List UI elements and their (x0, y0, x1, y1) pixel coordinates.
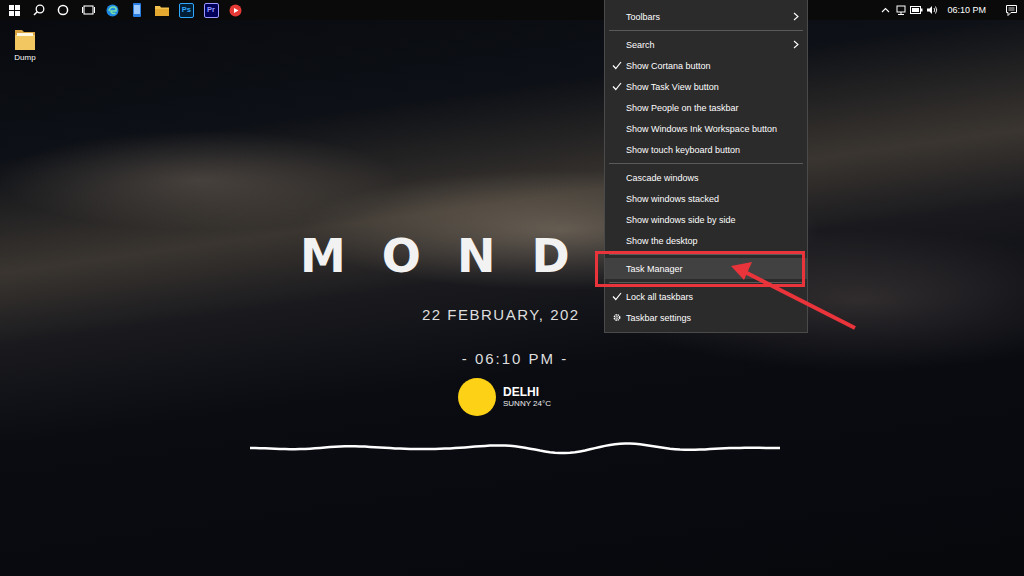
search-button[interactable] (27, 0, 52, 20)
menu-item[interactable]: Toolbars (605, 6, 807, 27)
menu-item-label[interactable]: Show Windows Ink Workspace button (626, 124, 777, 134)
checkmark-icon (612, 61, 622, 70)
menu-item-label[interactable]: Cascade windows (626, 173, 699, 183)
taskbar-apps: Ps Pr (0, 0, 248, 20)
start-button[interactable] (2, 0, 27, 20)
network-icon[interactable] (895, 5, 907, 15)
volume-button[interactable] (924, 0, 940, 20)
menu-item[interactable]: Taskbar settings (605, 307, 807, 328)
cortana-icon[interactable] (57, 4, 69, 16)
menu-item-label[interactable]: Show touch keyboard button (626, 145, 740, 155)
menu-item-label[interactable]: Show windows stacked (626, 194, 719, 204)
menu-item[interactable]: Show the desktop (605, 230, 807, 251)
menu-separator (605, 160, 807, 167)
menu-item-label[interactable]: Show the desktop (626, 236, 698, 246)
menu-item-label[interactable]: Show Cortana button (626, 61, 711, 71)
clock[interactable]: 06:10 PM (939, 5, 998, 15)
notification-button[interactable] (998, 0, 1024, 20)
weather-city: DELHI (503, 385, 551, 399)
menu-separator (605, 27, 807, 34)
file-explorer-icon[interactable] (155, 4, 169, 16)
annotation-arrow-icon (0, 0, 1024, 576)
volume-icon[interactable] (926, 5, 938, 15)
premiere-icon[interactable]: Pr (204, 3, 219, 18)
menu-item-label[interactable]: Lock all taskbars (626, 292, 693, 302)
task-view-button[interactable] (76, 0, 101, 20)
media-player-button[interactable] (223, 0, 248, 20)
file-explorer-button[interactable] (150, 0, 175, 20)
cortana-button[interactable] (51, 0, 76, 20)
system-tray: 06:10 PM (877, 0, 1024, 20)
battery-icon[interactable] (910, 6, 923, 14)
menu-item[interactable]: Show People on the taskbar (605, 97, 807, 118)
gear-icon (612, 313, 622, 322)
sun-icon (458, 378, 496, 416)
menu-separator (605, 279, 807, 286)
checkmark-icon (612, 82, 622, 91)
weather: DELHISUNNY 24°C (458, 378, 780, 416)
menu-item[interactable]: Lock all taskbars (605, 286, 807, 307)
menu-item-label[interactable]: Show People on the taskbar (626, 103, 739, 113)
context-menu: Toolbars Search Show Cortana button Show Ta… (604, 0, 808, 333)
edge-button[interactable] (100, 0, 125, 20)
phone-app-button[interactable] (125, 0, 150, 20)
menu-item-label[interactable]: Search (626, 40, 655, 50)
separator-line (609, 282, 803, 283)
submenu-arrow-icon (793, 12, 799, 21)
menu-item-label[interactable]: Show windows side by side (626, 215, 736, 225)
task-view-icon[interactable] (82, 4, 95, 16)
submenu-arrow-icon (793, 40, 799, 49)
widget-time: - 06:10 PM - (250, 350, 780, 368)
menu-separator (605, 251, 807, 258)
separator-line (609, 254, 803, 255)
media-player-icon[interactable] (229, 4, 242, 17)
menu-item[interactable]: Show windows side by side (605, 209, 807, 230)
premiere-button[interactable]: Pr (199, 0, 224, 20)
menu-item[interactable]: Show Windows Ink Workspace button (605, 118, 807, 139)
weather-text: DELHISUNNY 24°C (503, 385, 551, 409)
menu-item[interactable]: Search (605, 34, 807, 55)
chevron-up-button[interactable] (877, 0, 893, 20)
checkmark-icon (612, 292, 622, 301)
desktop-icon[interactable]: Dump (6, 26, 44, 62)
menu-item[interactable]: Cascade windows (605, 167, 807, 188)
folder-icon[interactable] (13, 26, 37, 52)
menu-item[interactable]: Show touch keyboard button (605, 139, 807, 160)
menu-item[interactable]: Show Cortana button (605, 55, 807, 76)
photoshop-button[interactable]: Ps (174, 0, 199, 20)
search-icon[interactable] (33, 4, 45, 16)
notification-icon[interactable] (1006, 5, 1017, 16)
phone-app-icon[interactable] (133, 3, 141, 17)
chevron-up-icon[interactable] (881, 7, 890, 13)
network-button[interactable] (893, 0, 909, 20)
photoshop-icon[interactable]: Ps (179, 3, 194, 18)
separator-line (609, 30, 803, 31)
windows-logo-icon[interactable] (9, 5, 20, 16)
menu-item-label[interactable]: Taskbar settings (626, 313, 691, 323)
audio-visualizer (250, 438, 780, 462)
menu-item-label[interactable]: Task Manager (626, 264, 683, 274)
battery-button[interactable] (908, 0, 924, 20)
edge-icon[interactable] (106, 4, 119, 17)
menu-item-label[interactable]: Toolbars (626, 12, 660, 22)
taskbar: Ps Pr 06:10 PM (0, 0, 1024, 20)
waveform-icon (250, 438, 780, 458)
weather-condition: SUNNY 24°C (503, 399, 551, 409)
desktop-icon-label[interactable]: Dump (14, 53, 35, 62)
menu-item[interactable]: Task Manager (605, 258, 807, 279)
separator-line (609, 163, 803, 164)
menu-item[interactable]: Show Task View button (605, 76, 807, 97)
menu-item-label[interactable]: Show Task View button (626, 82, 719, 92)
menu-item[interactable]: Show windows stacked (605, 188, 807, 209)
